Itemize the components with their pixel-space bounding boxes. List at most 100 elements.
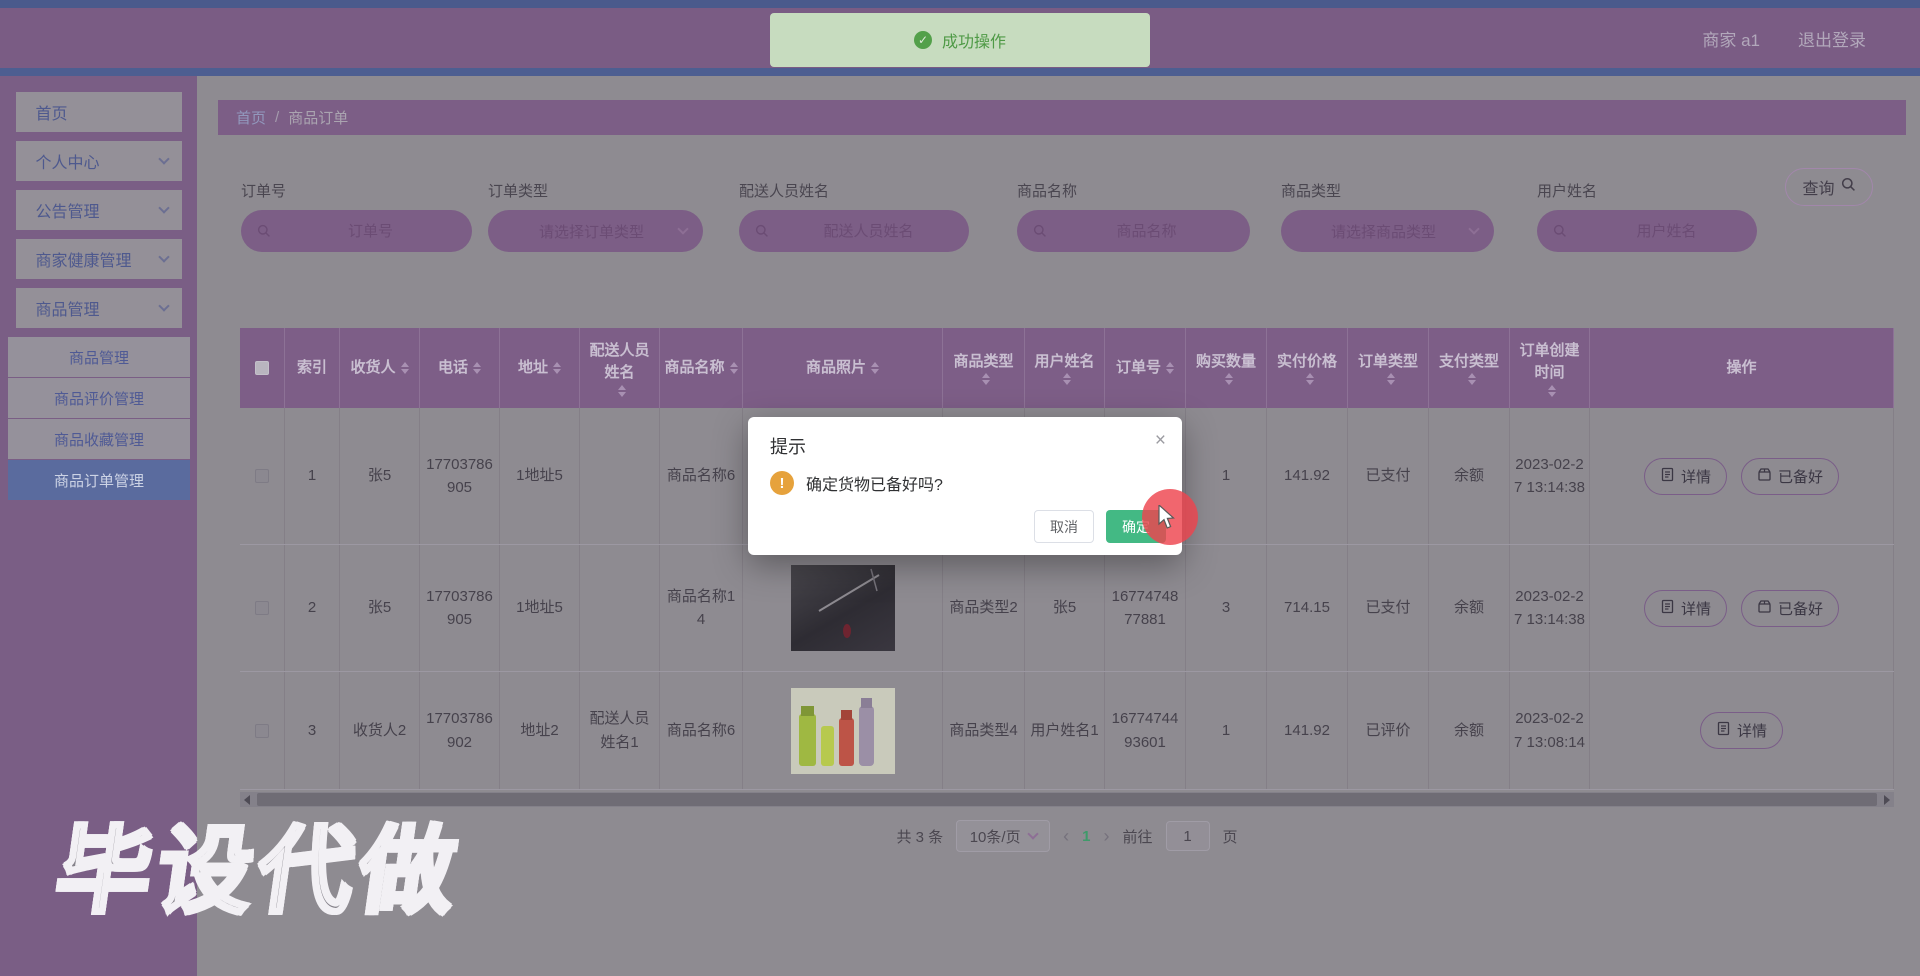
sidebar-subitem-product-review-mgmt[interactable]: 商品评价管理 — [8, 378, 190, 418]
sort-caret-icon[interactable] — [871, 362, 879, 374]
cell-pay_type: 余额 — [1429, 408, 1510, 544]
row-checkbox[interactable] — [255, 469, 269, 483]
sort-caret-icon[interactable] — [1166, 362, 1174, 374]
horizontal-scrollbar[interactable] — [240, 792, 1894, 807]
column-header-photo[interactable]: 商品照片 — [743, 328, 943, 408]
column-header-user_name[interactable]: 用户姓名 — [1025, 328, 1105, 408]
cell-actions: 详情 — [1590, 672, 1894, 789]
column-header-order_no[interactable]: 订单号 — [1105, 328, 1186, 408]
cell-receiver: 张5 — [340, 545, 420, 671]
column-label: 电话 — [437, 358, 468, 376]
cell-product_type: 商品类型4 — [943, 672, 1025, 789]
sort-caret-icon[interactable] — [1467, 373, 1476, 386]
search-button[interactable]: 查询 — [1785, 168, 1873, 206]
column-header-index[interactable]: 索引 — [285, 328, 340, 408]
courier-name-input[interactable] — [769, 222, 968, 240]
page-size-value: 10条/页 — [969, 828, 1021, 846]
order-no-input[interactable] — [271, 222, 470, 240]
column-label: 商品名称 — [664, 358, 725, 376]
product-name-input[interactable] — [1047, 222, 1246, 240]
detail-button[interactable]: 详情 — [1643, 589, 1727, 627]
column-header-quantity[interactable]: 购买数量 — [1186, 328, 1267, 408]
column-header-phone[interactable]: 电话 — [420, 328, 500, 408]
column-header-product_type[interactable]: 商品类型 — [943, 328, 1025, 408]
prepared-button[interactable]: 已备好 — [1741, 457, 1840, 495]
cell-product_name: 商品名称6 — [660, 408, 743, 544]
sort-caret-icon[interactable] — [982, 373, 990, 386]
watermark-text: 毕设代做 — [47, 817, 470, 927]
current-page[interactable]: 1 — [1082, 828, 1090, 845]
column-header-actions[interactable]: 操作 — [1590, 328, 1894, 408]
column-header-product_name[interactable]: 商品名称 — [660, 328, 743, 408]
prepared-button[interactable]: 已备好 — [1741, 589, 1840, 627]
sort-caret-icon[interactable] — [553, 362, 561, 374]
sort-caret-icon[interactable] — [1386, 373, 1395, 386]
sort-caret-icon[interactable] — [1548, 384, 1556, 397]
scrollbar-thumb[interactable] — [257, 793, 1877, 806]
sort-caret-icon[interactable] — [1063, 373, 1071, 386]
table-header-row: 索引 收货人 电话 地址 配送人员姓名 商品名称 商品照片 商品类型 用户姓名 订单号 购买数量 实付… — [240, 328, 1894, 408]
order-type-select[interactable]: 请选择订单类型 — [488, 210, 703, 252]
row-checkbox[interactable] — [255, 601, 269, 615]
mouse-cursor-icon — [1158, 503, 1180, 536]
logout-link[interactable]: 退出登录 — [1798, 26, 1866, 51]
cell-product_name: 商品名称6 — [660, 672, 743, 789]
orders-table: 索引 收货人 电话 地址 配送人员姓名 商品名称 商品照片 商品类型 用户姓名 订单号 购买数量 实付… — [240, 328, 1894, 790]
column-header-order_type[interactable]: 订单类型 — [1348, 328, 1429, 408]
user-name-input[interactable] — [1567, 222, 1766, 240]
page-size-select[interactable]: 10条/页 — [956, 820, 1051, 852]
cell-product_name: 商品名称14 — [660, 545, 743, 671]
sidebar-subitem-product-favorite-mgmt[interactable]: 商品收藏管理 — [8, 419, 190, 459]
sidebar-item-label: 首页 — [35, 106, 68, 123]
sidebar-item-product-mgmt[interactable]: 商品管理 — [15, 288, 182, 328]
merchant-name: 商家 a1 — [1702, 30, 1760, 50]
sidebar-item-personal-center[interactable]: 个人中心 — [15, 141, 182, 181]
filter-label: 订单号 — [241, 183, 287, 200]
product-type-select[interactable]: 请选择商品类型 — [1281, 210, 1494, 252]
chevron-down-icon — [157, 251, 170, 263]
check-circle-icon: ✓ — [913, 31, 932, 49]
box-icon — [1757, 467, 1772, 486]
detail-button[interactable]: 详情 — [1699, 712, 1783, 749]
sidebar-item-merchant-health-mgmt[interactable]: 商家健康管理 — [15, 239, 182, 279]
sort-caret-icon[interactable] — [473, 362, 481, 374]
row-checkbox[interactable] — [255, 723, 269, 738]
column-header-receiver[interactable]: 收货人 — [340, 328, 420, 408]
sort-caret-icon[interactable] — [400, 362, 409, 374]
sort-caret-icon[interactable] — [729, 362, 738, 374]
sort-caret-icon[interactable] — [1305, 373, 1314, 386]
cancel-button[interactable]: 取消 — [1034, 510, 1094, 543]
row-select-cell — [240, 545, 285, 671]
sidebar-subitem-product-mgmt-sub[interactable]: 商品管理 — [8, 337, 190, 377]
column-header-created[interactable]: 订单创建时间 — [1510, 328, 1590, 408]
close-icon[interactable]: × — [1155, 431, 1166, 450]
cell-order_no: 1677474877881 — [1105, 545, 1186, 671]
sidebar-item-home[interactable]: 首页 — [15, 92, 182, 132]
chevron-down-icon — [157, 300, 170, 312]
cell-price: 714.15 — [1267, 545, 1348, 671]
sort-caret-icon[interactable] — [618, 384, 626, 397]
goto-page-input[interactable] — [1165, 821, 1210, 851]
column-header-pay_type[interactable]: 支付类型 — [1429, 328, 1510, 408]
detail-button[interactable]: 详情 — [1643, 457, 1727, 495]
column-header-address[interactable]: 地址 — [500, 328, 580, 408]
prev-page-button[interactable]: ‹ — [1063, 827, 1069, 845]
select-all-checkbox[interactable] — [255, 361, 269, 375]
column-header-price[interactable]: 实付价格 — [1267, 328, 1348, 408]
scroll-right-icon[interactable] — [1884, 794, 1890, 805]
filter-label: 订单类型 — [488, 183, 549, 200]
cell-address: 1地址5 — [500, 545, 580, 671]
sidebar-subitem-product-order-mgmt[interactable]: 商品订单管理 — [8, 460, 190, 500]
column-label: 操作 — [1726, 358, 1757, 376]
cell-index: 1 — [285, 408, 340, 544]
next-page-button[interactable]: › — [1104, 827, 1110, 845]
sort-caret-icon[interactable] — [1224, 373, 1233, 386]
table-row: 3 收货人2 17703786902 地址2 配送人员姓名1 商品名称6 商品类型4 用户姓名… — [240, 672, 1894, 790]
column-label: 支付类型 — [1438, 352, 1499, 370]
action-button-label: 已备好 — [1778, 468, 1824, 486]
filter-label: 配送人员姓名 — [739, 183, 830, 200]
column-label: 收货人 — [350, 358, 396, 376]
column-label: 用户姓名 — [1034, 352, 1095, 370]
column-header-courier[interactable]: 配送人员姓名 — [580, 328, 660, 408]
sidebar-item-notice-mgmt[interactable]: 公告管理 — [15, 190, 182, 230]
